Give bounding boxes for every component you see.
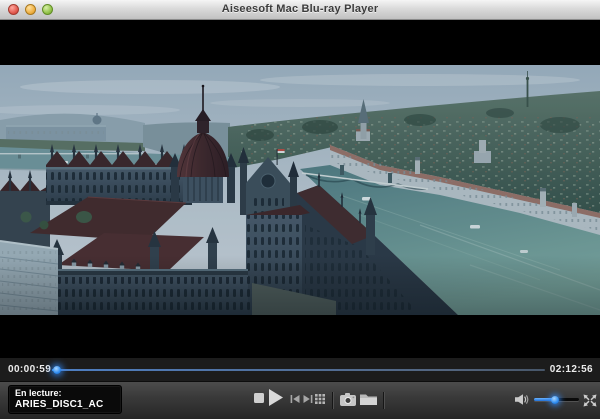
now-playing-label: En lecture: (15, 388, 121, 399)
skip-forward-icon (303, 395, 313, 403)
skip-back-icon (290, 395, 300, 403)
time-elapsed: 00:00:59 (8, 364, 51, 375)
fullscreen-icon (583, 394, 597, 407)
vignette (0, 255, 600, 315)
speaker-icon (515, 394, 529, 405)
time-duration: 02:12:56 (550, 364, 593, 375)
zoom-button[interactable] (42, 4, 53, 15)
volume-slider[interactable] (534, 398, 579, 401)
folder-icon (360, 393, 377, 405)
volume-handle[interactable] (551, 396, 559, 404)
camera-icon (340, 393, 356, 406)
minimize-button[interactable] (25, 4, 36, 15)
play-button[interactable] (269, 389, 283, 406)
budapest-scene (0, 65, 600, 315)
seek-slider[interactable] (52, 369, 545, 371)
titlebar: Aiseesoft Mac Blu-ray Player (0, 0, 600, 20)
stop-icon (254, 393, 264, 403)
disc-menu-button[interactable] (315, 394, 325, 404)
mute-button[interactable] (515, 394, 529, 405)
seek-row: 00:00:59 02:12:56 (0, 357, 600, 381)
toolbar-separator (332, 392, 333, 409)
play-icon (269, 389, 283, 406)
control-bar: En lecture: ARIES_DISC1_AC (0, 381, 600, 419)
seek-handle[interactable] (53, 366, 61, 374)
now-playing-title: ARIES_DISC1_AC (15, 399, 121, 411)
open-button[interactable] (360, 393, 377, 405)
window-title: Aiseesoft Mac Blu-ray Player (60, 3, 540, 15)
skip-back-button[interactable] (290, 395, 300, 403)
snapshot-button[interactable] (340, 393, 356, 406)
video-area[interactable] (0, 20, 600, 357)
fullscreen-button[interactable] (583, 394, 597, 407)
stop-button[interactable] (254, 393, 264, 403)
player-window: Aiseesoft Mac Blu-ray Player (0, 0, 600, 419)
toolbar-separator (383, 392, 384, 409)
close-button[interactable] (8, 4, 19, 15)
grid-icon (315, 394, 325, 404)
now-playing-box: En lecture: ARIES_DISC1_AC (8, 385, 122, 414)
skip-forward-button[interactable] (303, 395, 313, 403)
